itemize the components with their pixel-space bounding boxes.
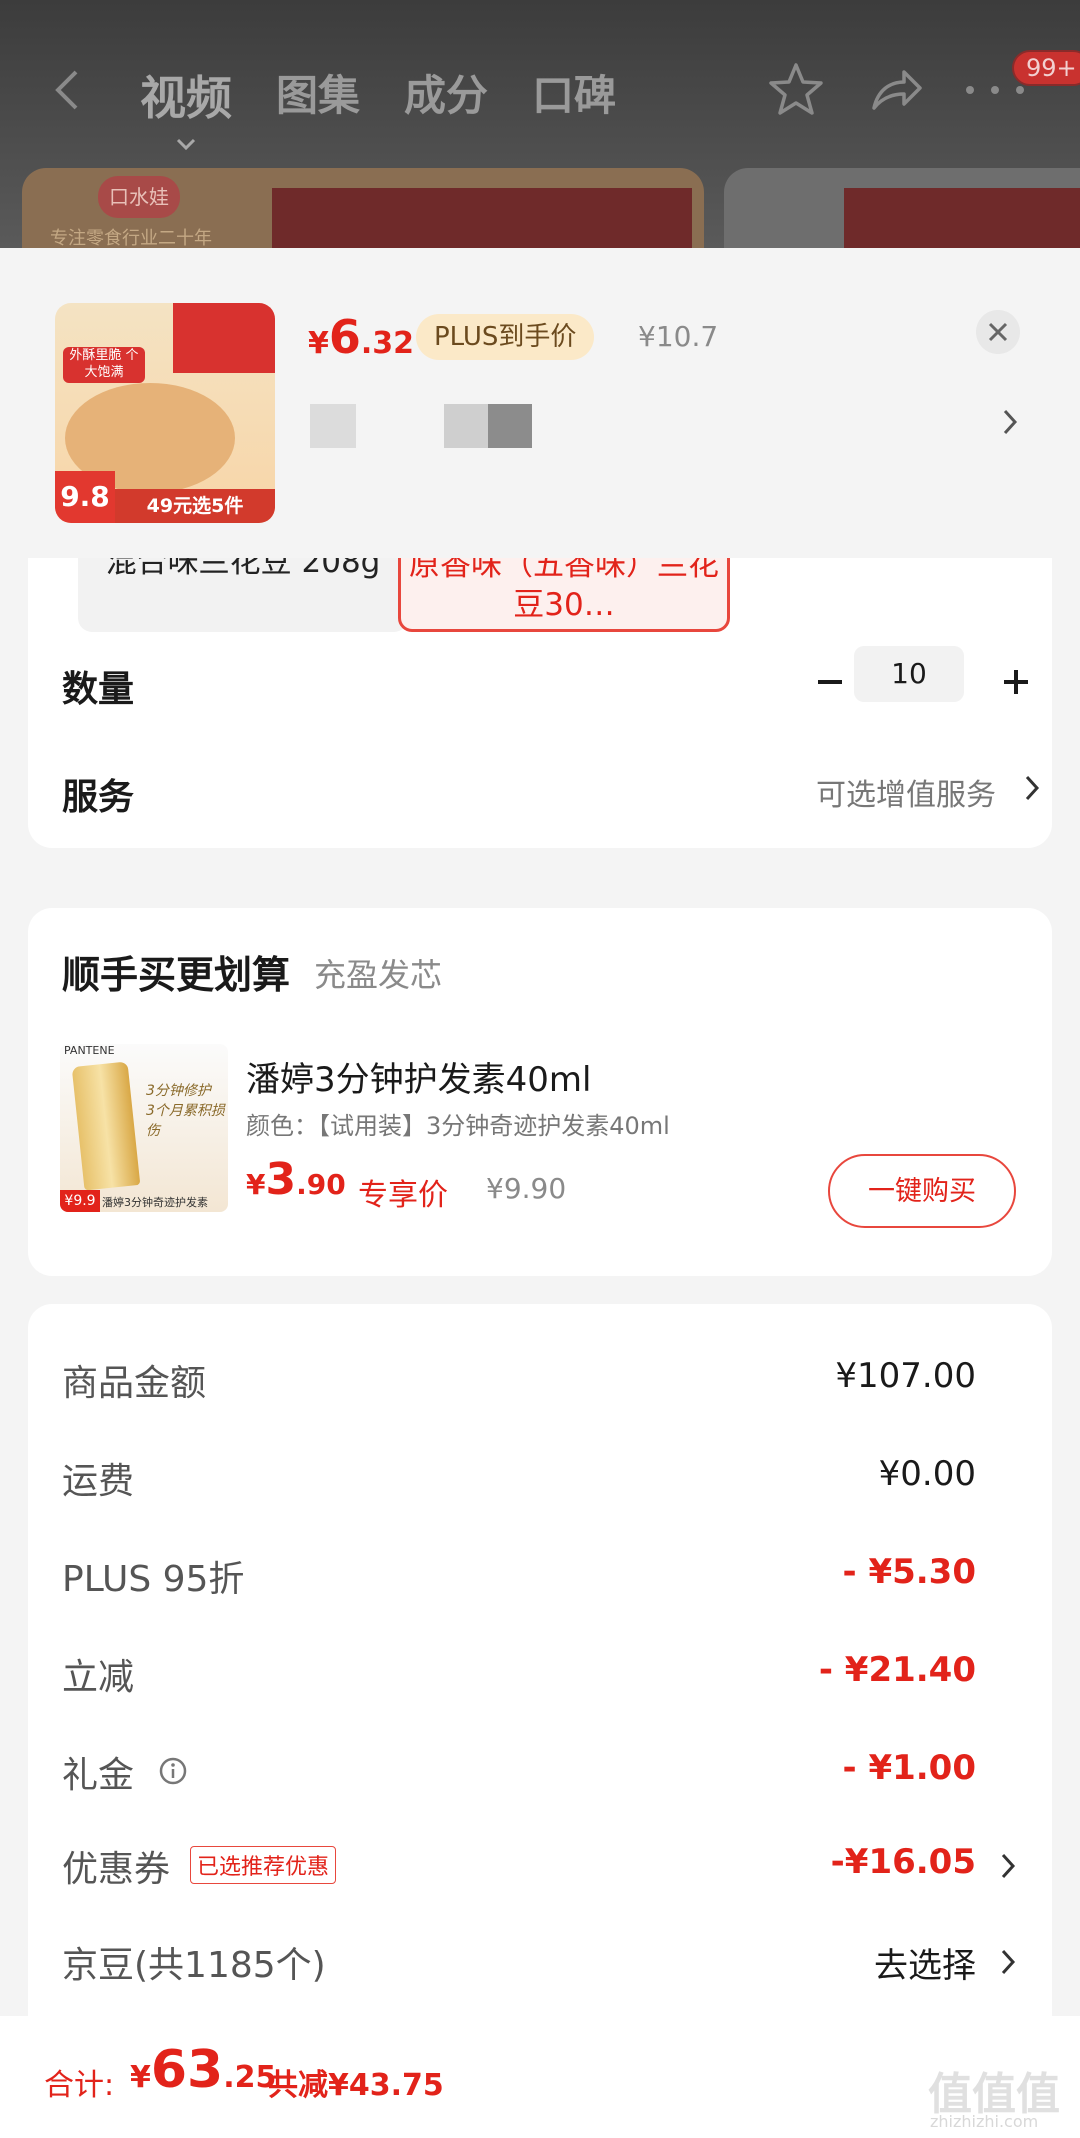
addon-thumb-line: 3个月累积损伤 (146, 1103, 225, 1139)
summary-value[interactable]: 去选择 (874, 1938, 976, 1987)
price-currency: ¥ (130, 2060, 151, 2095)
addon-thumb-brand: PANTENE (64, 1044, 115, 1057)
info-icon[interactable] (158, 1756, 188, 1786)
sheet-product-header: 外酥里脆 个大饱满 9.8 49元选5件 ¥6.32 PLUS到手价 ¥10.7 (0, 248, 1080, 558)
sheet-price: ¥6.32 (308, 310, 414, 364)
back-arrow-icon[interactable] (48, 68, 88, 112)
price-currency: ¥ (246, 1168, 266, 1201)
summary-label: 运费 (62, 1461, 135, 1502)
service-label: 服务 (62, 777, 135, 818)
share-icon[interactable] (868, 62, 924, 118)
favorite-star-icon[interactable] (766, 60, 826, 120)
tab-video[interactable]: 视频 (140, 62, 232, 150)
addon-subtitle: 充盈发芯 (314, 956, 443, 994)
more-dots-icon[interactable] (964, 84, 1026, 96)
chevron-right-icon[interactable] (1000, 1948, 1016, 1976)
summary-value: ¥107.00 (835, 1356, 976, 1396)
summary-row-jingdou[interactable]: 京豆(共1185个) 去选择 (28, 1936, 1052, 1996)
summary-row-plus-discount: PLUS 95折 - ¥5.30 (28, 1550, 1052, 1610)
variant-option[interactable]: 混合味兰花豆 208g (78, 558, 408, 632)
product-thumbnail: 外酥里脆 个大饱满 9.8 49元选5件 (55, 303, 275, 523)
watermark-url: zhizhizhi.com (930, 2112, 1039, 2131)
coupon-recommended-tag: 已选推荐优惠 (190, 1846, 337, 1884)
product-hero-image[interactable]: 口水娃 专注零食行业二十年 (22, 168, 704, 248)
checkout-bar: 合计: ¥63.25 共减¥43.75 值值值 zhizhizhi.com (0, 2016, 1080, 2138)
total-label: 合计: (44, 2068, 115, 2103)
addon-name[interactable]: 潘婷3分钟护发素40ml (246, 1052, 591, 1101)
selected-spec-blur (444, 404, 490, 448)
purchase-sheet: 外酥里脆 个大饱满 9.8 49元选5件 ¥6.32 PLUS到手价 ¥10.7… (0, 248, 1080, 2138)
top-nav: 视频 图集 成分 口碑 99+ (0, 40, 1080, 150)
price-decimal: .32 (360, 326, 415, 361)
summary-value: -¥16.05 (830, 1842, 976, 1882)
product-tube-image (71, 1061, 141, 1191)
selected-spec-blur (488, 404, 532, 448)
quantity-input[interactable]: 10 (854, 646, 964, 702)
product-hero-image-2[interactable] (724, 168, 1080, 248)
quantity-label: 数量 (62, 669, 135, 710)
one-click-buy-button[interactable]: 一键购买 (828, 1154, 1016, 1228)
tab-ingredients[interactable]: 成分 (404, 62, 488, 128)
tab-bar: 视频 图集 成分 口碑 (140, 62, 616, 150)
variant-option-selected[interactable]: 原香味（五香味）兰花豆30… (398, 558, 730, 632)
summary-row-coupon[interactable]: 优惠券 已选推荐优惠 -¥16.05 (28, 1840, 1052, 1900)
tab-gallery[interactable]: 图集 (276, 62, 360, 128)
addon-original-price: ¥9.90 (486, 1172, 567, 1205)
summary-row-subtotal: 商品金额 ¥107.00 (28, 1354, 1052, 1414)
hero-banner-stripe (844, 188, 1080, 248)
addon-card: 顺手买更划算 充盈发芯 PANTENE 3分钟修护 3个月累积损伤 ¥9.9 潘… (28, 908, 1052, 1276)
summary-label: 优惠券 (62, 1849, 171, 1890)
total-price: ¥63.25 (130, 2040, 276, 2100)
product-page-header: 视频 图集 成分 口碑 99+ 口水娃 专注零食行业二十年 (0, 0, 1080, 248)
summary-value: ¥0.00 (878, 1454, 976, 1494)
thumb-brand-band (173, 303, 275, 373)
price-integer: 63 (150, 2040, 224, 2100)
service-value[interactable]: 可选增值服务 (816, 770, 996, 814)
summary-value: - ¥1.00 (842, 1748, 977, 1788)
options-card: 混合味兰花豆 208g 原香味（五香味）兰花豆30… 数量 10 服务 可选增值… (28, 558, 1052, 848)
chevron-right-icon[interactable] (1024, 774, 1040, 802)
thumb-tagline: 外酥里脆 个大饱满 (63, 347, 145, 383)
addon-title: 顺手买更划算 (62, 953, 291, 997)
plus-icon[interactable] (994, 660, 1038, 704)
addon-thumb-price: ¥9.9 (60, 1190, 100, 1212)
minus-icon[interactable] (808, 660, 852, 704)
summary-label: 礼金 (62, 1755, 135, 1796)
price-decimal: .90 (296, 1168, 346, 1201)
chevron-right-icon[interactable] (1002, 408, 1018, 436)
price-summary-card: 商品金额 ¥107.00 运费 ¥0.00 PLUS 95折 - ¥5.30 立… (28, 1304, 1052, 2138)
close-sheet-icon[interactable] (976, 310, 1020, 354)
summary-value: - ¥21.40 (818, 1650, 976, 1690)
brand-logo: 口水娃 (98, 176, 180, 218)
original-price: ¥10.7 (638, 320, 719, 353)
chevron-down-icon (176, 138, 196, 150)
addon-thumbnail[interactable]: PANTENE 3分钟修护 3个月累积损伤 ¥9.9 潘婷3分钟奇迹护发素 (60, 1044, 228, 1212)
summary-label: PLUS 95折 (62, 1559, 245, 1600)
summary-label: 京豆(共1185个) (62, 1945, 326, 1986)
thumb-price-tag: 9.8 (55, 471, 115, 523)
summary-row-shipping: 运费 ¥0.00 (28, 1452, 1052, 1512)
price-integer: 3 (265, 1154, 297, 1205)
total-saved: 共减¥43.75 (268, 2068, 444, 2103)
addon-price: ¥3.90 (246, 1154, 346, 1205)
summary-label: 商品金额 (62, 1363, 207, 1404)
addon-price-label: 专享价 (358, 1178, 448, 1213)
selected-spec-blur (310, 404, 356, 448)
plus-price-badge: PLUS到手价 (416, 314, 595, 360)
hero-subtitle: 专注零食行业二十年 (50, 228, 212, 248)
summary-label: 立减 (62, 1657, 135, 1698)
tab-reviews[interactable]: 口碑 (532, 62, 616, 128)
summary-row-gift-cash: 礼金 - ¥1.00 (28, 1746, 1052, 1806)
thumb-deal-tag: 49元选5件 (115, 489, 275, 523)
notification-badge: 99+ (1012, 50, 1080, 86)
hero-banner-stripe (272, 188, 692, 248)
addon-thumb-line: 3分钟修护 (146, 1083, 211, 1099)
addon-spec: 颜色：【试用装】3分钟奇迹护发素40ml (246, 1112, 670, 1140)
price-integer: 6 (328, 310, 361, 364)
summary-row-instant-discount: 立减 - ¥21.40 (28, 1648, 1052, 1708)
addon-thumb-caption: 潘婷3分钟奇迹护发素 (102, 1196, 208, 1209)
price-currency: ¥ (308, 326, 329, 361)
chevron-right-icon[interactable] (1000, 1852, 1016, 1880)
summary-value: - ¥5.30 (842, 1552, 977, 1592)
